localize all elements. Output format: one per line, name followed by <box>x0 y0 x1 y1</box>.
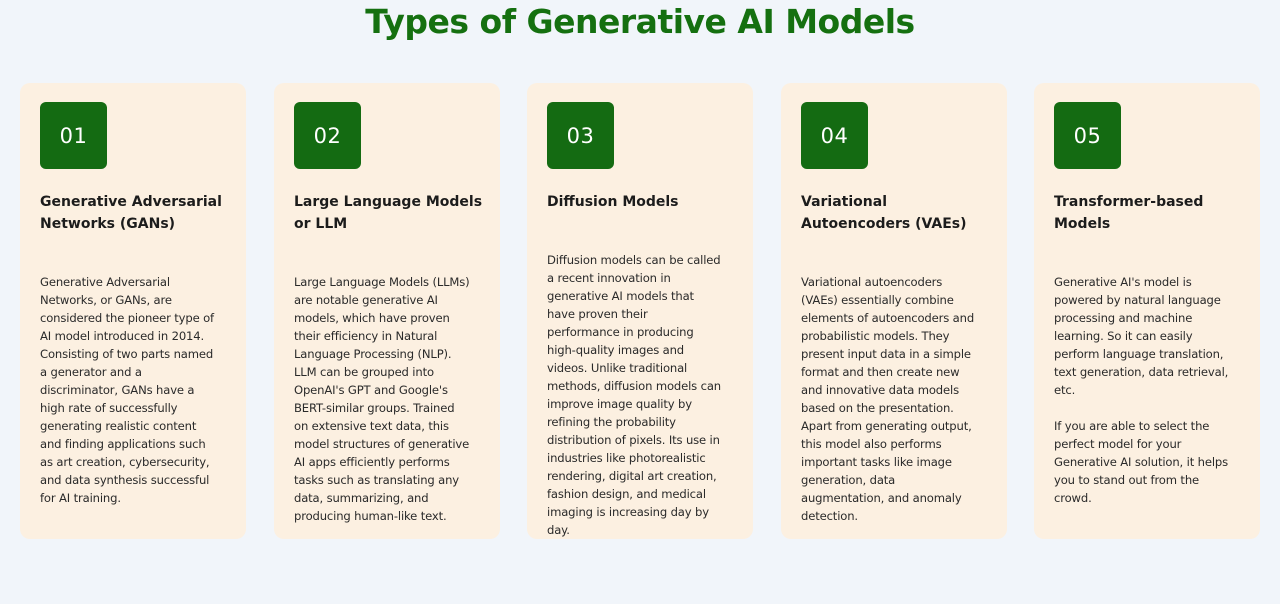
card-description: Diffusion models can be called a recent … <box>547 233 745 539</box>
card-description: Generative Adversarial Networks, or GANs… <box>40 255 238 507</box>
model-card-vaes: 04 Variational Autoencoders (VAEs) Varia… <box>781 83 1007 539</box>
card-description-text: Large Language Models (LLMs) are notable… <box>294 275 470 523</box>
number-badge: 05 <box>1054 102 1121 169</box>
card-description-text: Diffusion models can be called a recent … <box>547 253 721 537</box>
card-heading: Variational Autoencoders (VAEs) <box>801 194 967 232</box>
number-badge: 04 <box>801 102 868 169</box>
model-card-diffusion: 03 Diffusion Models Diffusion models can… <box>527 83 753 539</box>
page-title: Types of Generative AI Models <box>365 2 915 41</box>
card-description: Large Language Models (LLMs) are notable… <box>294 255 492 525</box>
card-description-text: Generative AI's model is powered by natu… <box>1054 275 1229 397</box>
card-description-text: Variational autoencoders (VAEs) essentia… <box>801 275 975 523</box>
card-description-text-2: If you are able to select the perfect mo… <box>1054 419 1228 505</box>
card-description: Variational autoencoders (VAEs) essentia… <box>801 255 999 525</box>
number-badge: 02 <box>294 102 361 169</box>
card-description-text: Generative Adversarial Networks, or GANs… <box>40 275 214 505</box>
number-badge: 01 <box>40 102 107 169</box>
card-heading: Diffusion Models <box>547 194 679 210</box>
card-heading: Large Language Models or LLM <box>294 194 483 232</box>
number-badge: 03 <box>547 102 614 169</box>
card-heading: Transformer-based Models <box>1054 194 1204 232</box>
model-card-gans: 01 Generative Adversarial Networks (GANs… <box>20 83 246 539</box>
card-description: Generative AI's model is powered by natu… <box>1054 255 1252 525</box>
model-card-llm: 02 Large Language Models or LLM Large La… <box>274 83 500 539</box>
model-card-transformer: 05 Transformer-based Models Generative A… <box>1034 83 1260 539</box>
card-heading: Generative Adversarial Networks (GANs) <box>40 194 222 232</box>
